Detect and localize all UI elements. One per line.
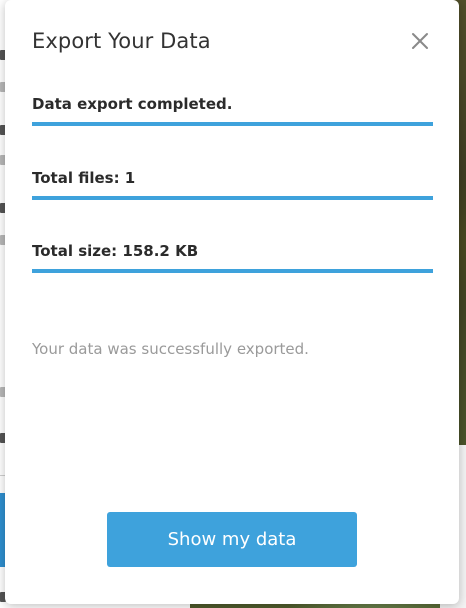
export-data-dialog: Export Your Data Data export completed. …: [5, 0, 459, 604]
total-files-text: Total files: 1: [32, 169, 136, 187]
show-my-data-button[interactable]: Show my data: [107, 512, 357, 567]
total-size-row: Total size: 158.2 KB: [32, 242, 433, 273]
dialog-title: Export Your Data: [32, 29, 211, 53]
export-status-text: Data export completed.: [32, 95, 233, 113]
export-status-row: Data export completed.: [32, 95, 433, 126]
close-icon: [412, 33, 428, 49]
total-size-text: Total size: 158.2 KB: [32, 242, 199, 260]
files-divider: [32, 196, 433, 200]
size-divider: [32, 269, 433, 273]
success-message: Your data was successfully exported.: [32, 340, 309, 358]
status-divider: [32, 122, 433, 126]
total-files-row: Total files: 1: [32, 169, 433, 200]
close-button[interactable]: [409, 30, 431, 52]
